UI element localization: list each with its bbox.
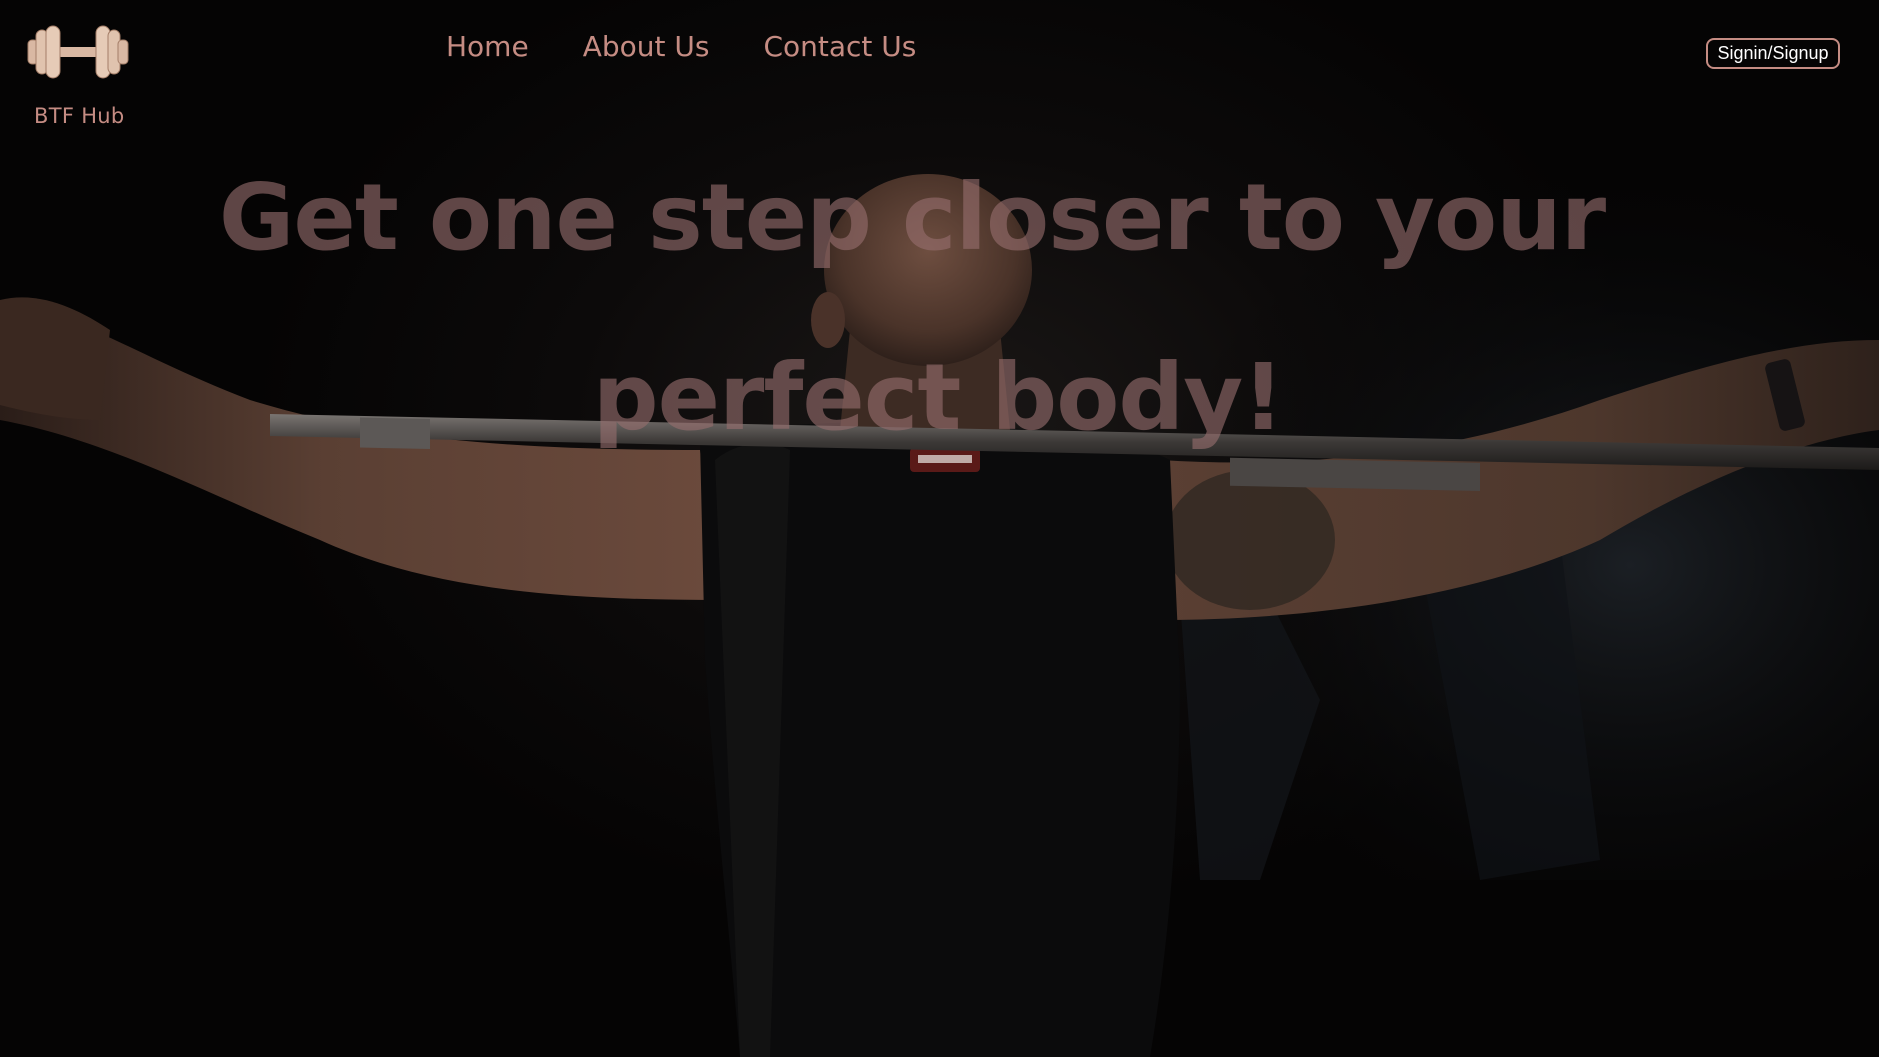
hero-headline-line-1: Get one step closer to your <box>218 164 1606 271</box>
main-nav: Home About Us Contact Us <box>446 30 916 63</box>
nav-link-contact-us[interactable]: Contact Us <box>763 30 916 63</box>
brand-name: BTF Hub <box>34 104 125 128</box>
nav-link-home[interactable]: Home <box>446 30 529 63</box>
hero-headline-line-2: perfect body! <box>592 344 1284 451</box>
landing-page: BTF Hub Home About Us Contact Us Signin/… <box>0 0 1879 1057</box>
brand-logo[interactable]: BTF Hub <box>26 24 130 128</box>
hero-headline: Get one step closer to your perfect body… <box>0 126 1879 490</box>
dumbbell-icon <box>27 25 129 79</box>
signin-signup-button[interactable]: Signin/Signup <box>1706 38 1840 69</box>
nav-link-about-us[interactable]: About Us <box>583 30 710 63</box>
